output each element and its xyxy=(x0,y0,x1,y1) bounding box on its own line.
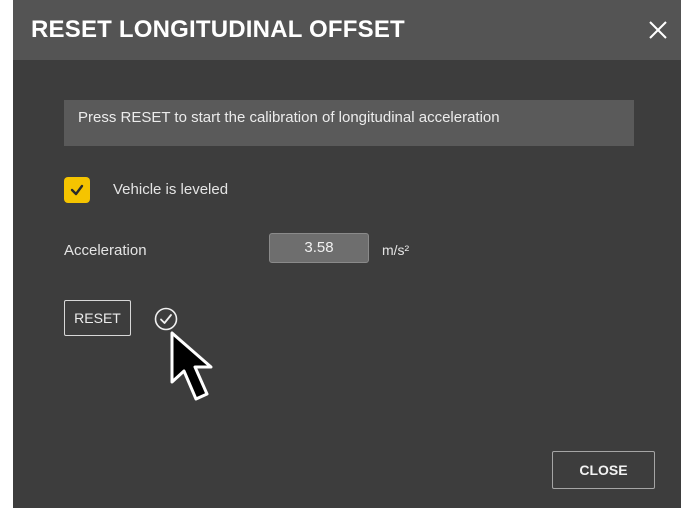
close-icon[interactable] xyxy=(645,17,671,43)
close-button[interactable]: CLOSE xyxy=(552,451,655,489)
vehicle-leveled-checkbox[interactable] xyxy=(64,177,90,203)
acceleration-value-field: 3.58 xyxy=(269,233,369,263)
acceleration-unit: m/s² xyxy=(382,242,410,258)
reset-button[interactable]: RESET xyxy=(64,300,131,336)
acceleration-label: Acceleration xyxy=(64,242,147,259)
title-bar: RESET LONGITUDINAL OFFSET xyxy=(13,0,681,60)
vehicle-leveled-label: Vehicle is leveled xyxy=(113,181,229,198)
info-box: Press RESET to start the calibration of … xyxy=(64,100,634,146)
mouse-pointer-icon xyxy=(170,331,213,401)
info-text: Press RESET to start the calibration of … xyxy=(78,109,500,126)
check-circle-icon xyxy=(154,307,178,331)
checkmark-icon xyxy=(70,184,84,196)
reset-longitudinal-offset-dialog: RESET LONGITUDINAL OFFSET Press RESET to… xyxy=(13,0,681,508)
dialog-title: RESET LONGITUDINAL OFFSET xyxy=(31,16,405,43)
